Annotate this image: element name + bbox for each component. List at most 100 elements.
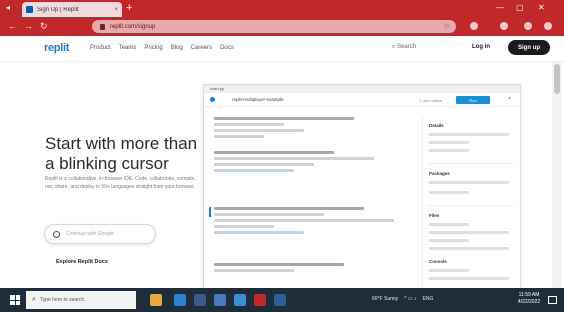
- sidebar-heading: Files: [429, 213, 440, 218]
- taskbar-search[interactable]: ⌕ Type here to search: [26, 291, 136, 309]
- reload-button[interactable]: ↻: [40, 21, 48, 32]
- sidebar-row: [429, 239, 469, 242]
- star-icon[interactable]: ☆: [444, 22, 450, 30]
- menu-icon[interactable]: [524, 22, 532, 30]
- tab-strip: ◂ Sign Up | Replit × + — ▢ ✕: [0, 0, 564, 17]
- profile-icon[interactable]: [500, 22, 508, 30]
- close-window-icon[interactable]: ✕: [538, 3, 545, 12]
- taskbar: ⌕ Type here to search 60°F Sunny ^ ▭ ♪ E…: [0, 288, 564, 312]
- address-bar[interactable]: replit.com/signup ☆: [92, 20, 456, 33]
- site-logo[interactable]: replit: [44, 42, 69, 54]
- code-line: [214, 135, 264, 138]
- lock-icon: [100, 23, 105, 30]
- code-line: [214, 163, 314, 166]
- nav-item[interactable]: Pricing: [144, 45, 162, 51]
- app-icon[interactable]: [234, 294, 246, 306]
- favicon-icon: [26, 6, 33, 13]
- nav-item[interactable]: Blog: [171, 45, 183, 51]
- sidebar-row: [429, 247, 509, 250]
- clock-date: 4/22/2022: [517, 299, 541, 305]
- code-line: [214, 117, 354, 120]
- sidebar-heading: Console: [429, 259, 447, 264]
- new-tab-button[interactable]: +: [126, 2, 132, 14]
- code-line: [214, 225, 274, 228]
- back-button[interactable]: ←: [8, 21, 17, 31]
- nav-item[interactable]: Product: [90, 45, 111, 51]
- docs-link[interactable]: Explore Replit Docs: [56, 259, 108, 265]
- site-search[interactable]: ⌕ Search: [392, 44, 416, 51]
- preview-title: replit-multiplayer-example: [232, 97, 284, 102]
- scrollbar-thumb[interactable]: [554, 64, 560, 94]
- page-scrollbar[interactable]: [552, 62, 562, 288]
- nav-item[interactable]: Docs: [220, 45, 234, 51]
- mail-icon[interactable]: [214, 294, 226, 306]
- site-search-label: Search: [397, 44, 417, 50]
- tab-close-icon[interactable]: ×: [114, 7, 118, 13]
- sidebar-heading: Details: [429, 123, 444, 128]
- notification-icon[interactable]: [548, 296, 557, 304]
- code-line: [214, 151, 334, 154]
- app-icon[interactable]: [274, 294, 286, 306]
- google-signup-label: Continue with Google: [66, 231, 114, 237]
- close-icon[interactable]: ×: [508, 96, 511, 102]
- extension-icon[interactable]: [470, 22, 478, 30]
- sidebar-row: [429, 181, 509, 184]
- browser-tab[interactable]: Sign Up | Replit ×: [22, 2, 122, 17]
- code-line: [214, 169, 294, 172]
- sidebar-row: [429, 191, 469, 194]
- sidebar-row: [429, 231, 509, 234]
- sidebar-row: [429, 149, 469, 152]
- sidebar-row: [429, 269, 469, 272]
- code-line: [214, 207, 364, 210]
- taskbar-clock[interactable]: 11:59 AM 4/22/2022: [514, 292, 544, 306]
- system-tray: 60°F Sunny ^ ▭ ♪ ENG: [372, 296, 433, 302]
- file-explorer-icon[interactable]: [150, 294, 162, 306]
- google-signup-button[interactable]: Continue with Google: [44, 224, 156, 244]
- nav-item[interactable]: Teams: [119, 45, 137, 51]
- minimize-icon[interactable]: —: [496, 3, 504, 12]
- windows-start-icon[interactable]: [10, 295, 20, 305]
- clock-time: 11:59 AM: [518, 292, 540, 298]
- search-icon: ⌕: [32, 296, 36, 303]
- code-line: [214, 123, 284, 126]
- code-line: [214, 129, 304, 132]
- taskbar-search-text: Type here to search: [39, 297, 85, 303]
- maximize-icon[interactable]: ▢: [516, 3, 524, 12]
- preview-header: replit-multiplayer-example 1 user online…: [204, 93, 520, 107]
- code-cell: [214, 151, 414, 175]
- sidebar-divider: [427, 163, 515, 164]
- more-icon[interactable]: [544, 22, 552, 30]
- tray-icons[interactable]: ^ ▭ ♪: [404, 296, 416, 302]
- store-icon[interactable]: [194, 294, 206, 306]
- signup-button[interactable]: Sign up: [508, 40, 550, 55]
- nav-item[interactable]: Careers: [191, 45, 212, 51]
- code-line: [214, 157, 374, 160]
- site-header: replit Product Teams Pricing Blog Career…: [0, 36, 564, 62]
- sidebar-row: [429, 223, 469, 226]
- code-cell: [214, 263, 414, 275]
- chrome-icon[interactable]: [254, 294, 266, 306]
- weather-text[interactable]: 60°F Sunny: [372, 296, 398, 302]
- screen: ◂ Sign Up | Replit × + — ▢ ✕ ← → ↻ repli…: [0, 0, 564, 312]
- active-cell-marker: [209, 207, 211, 217]
- app-preview: main.py replit-multiplayer-example 1 use…: [203, 84, 521, 290]
- preview-titlebar: main.py: [204, 85, 520, 93]
- language-indicator[interactable]: ENG: [423, 296, 434, 302]
- sidebar-row: [429, 133, 509, 136]
- forward-button[interactable]: →: [24, 21, 33, 31]
- preview-sidebar: Details Packages Files Console: [422, 115, 518, 289]
- sidebar-heading: Packages: [429, 171, 450, 176]
- hero-title: Start with more than a blinking cursor: [45, 134, 198, 173]
- code-line: [214, 219, 394, 222]
- sidebar-row: [429, 141, 469, 144]
- code-cell: [214, 117, 414, 141]
- code-line: [214, 263, 344, 266]
- login-link[interactable]: Log in: [472, 44, 490, 50]
- edge-icon[interactable]: [174, 294, 186, 306]
- hero-description: Replit is a collaborative, in-browser ID…: [45, 176, 196, 190]
- sidebar-divider: [427, 205, 515, 206]
- tab-scroll-icon[interactable]: ◂: [6, 3, 10, 12]
- address-url: replit.com/signup: [110, 23, 156, 30]
- run-button[interactable]: Run: [456, 96, 490, 104]
- code-line: [214, 231, 304, 234]
